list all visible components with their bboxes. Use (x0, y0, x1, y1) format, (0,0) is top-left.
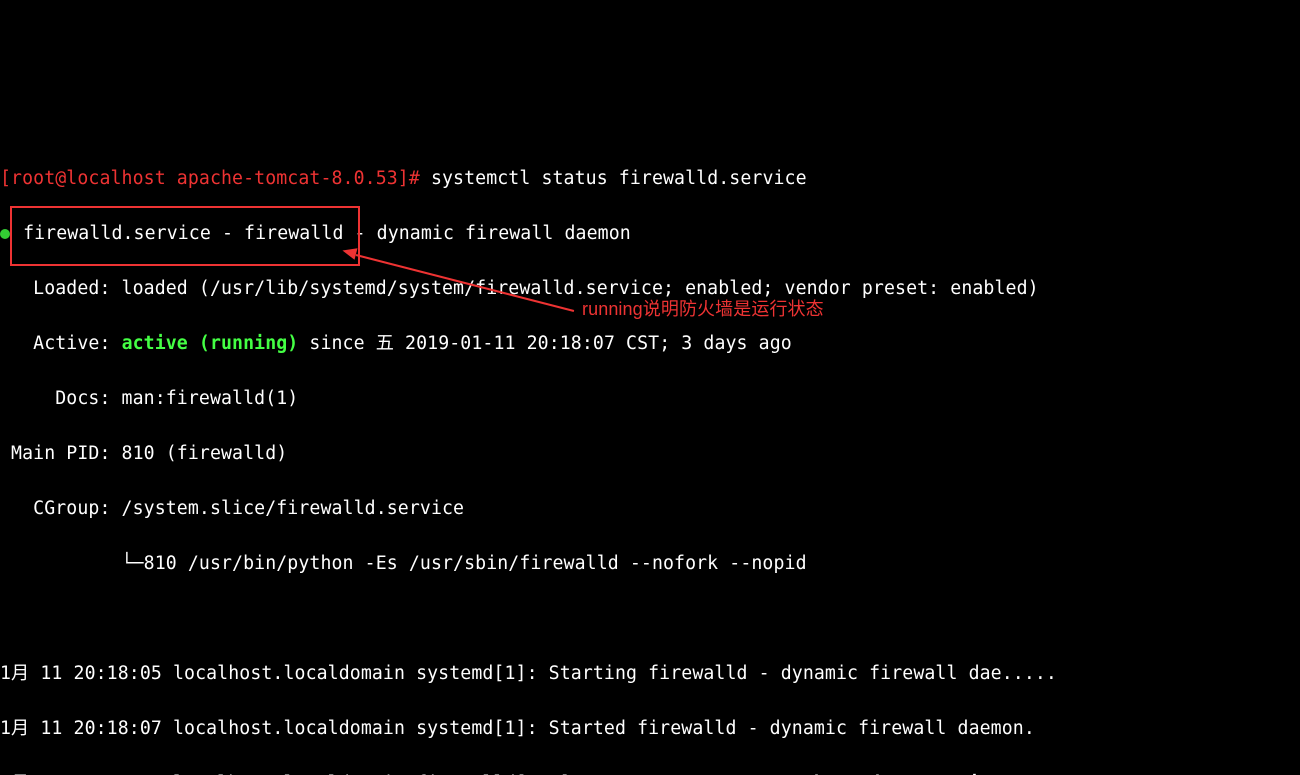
mainpid-line: Main PID: 810 (firewalld) (0, 440, 1300, 468)
log-prefix: 1月 11 20:18:05 localhost.localdomain sys… (0, 663, 1057, 684)
log-prefix: 1月 11 20:18:11 localhost.localdomain fir… (0, 773, 593, 775)
prompt-line: [root@localhost apache-tomcat-8.0.53]# s… (0, 165, 1300, 193)
log-prefix: 1月 11 20:18:07 localhost.localdomain sys… (0, 718, 1035, 739)
unit-description: firewalld.service - firewalld - dynamic … (23, 223, 631, 244)
entered-command: systemctl status firewalld.service (431, 168, 807, 189)
annotation-text: running说明防火墙是运行状态 (582, 299, 824, 319)
status-dot-icon (0, 229, 10, 239)
active-since: since 五 2019-01-11 20:18:07 CST; 3 days … (298, 333, 791, 354)
log-line: 1月 11 20:18:07 localhost.localdomain sys… (0, 715, 1300, 743)
shell-prompt: [root@localhost apache-tomcat-8.0.53]# (0, 168, 431, 189)
docs-line: Docs: man:firewalld(1) (0, 385, 1300, 413)
log-line: 1月 11 20:18:11 localhost.localdomain fir… (0, 770, 1300, 775)
cgroup-line: CGroup: /system.slice/firewalld.service (0, 495, 1300, 523)
active-status: active (running) (122, 333, 299, 354)
active-label: Active: (0, 333, 122, 354)
log-msg: WARNING: ICMP type 'beyond-scope' is ...… (593, 773, 1057, 775)
active-line: Active: active (running) since 五 2019-01… (0, 330, 1300, 358)
cgroup-child-line: └─810 /usr/bin/python -Es /usr/sbin/fire… (0, 550, 1300, 578)
blank-line (0, 605, 1300, 633)
log-line: 1月 11 20:18:05 localhost.localdomain sys… (0, 660, 1300, 688)
terminal-window[interactable]: [root@localhost apache-tomcat-8.0.53]# s… (0, 138, 1300, 638)
unit-header-line: firewalld.service - firewalld - dynamic … (0, 220, 1300, 248)
